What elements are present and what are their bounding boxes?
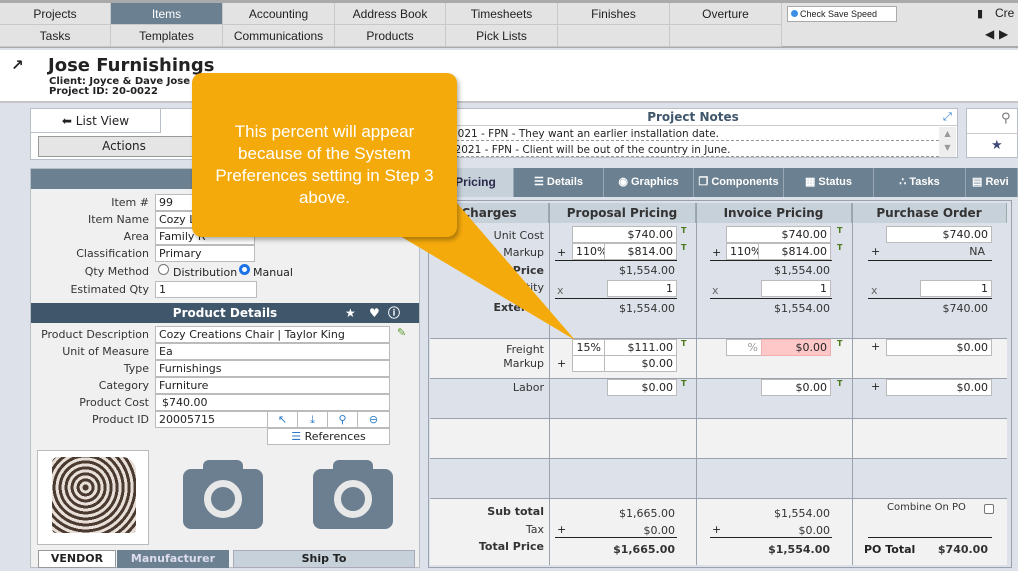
callout-pointer [390,195,575,340]
callout-tooltip: This percent will appear because of the … [192,73,457,237]
